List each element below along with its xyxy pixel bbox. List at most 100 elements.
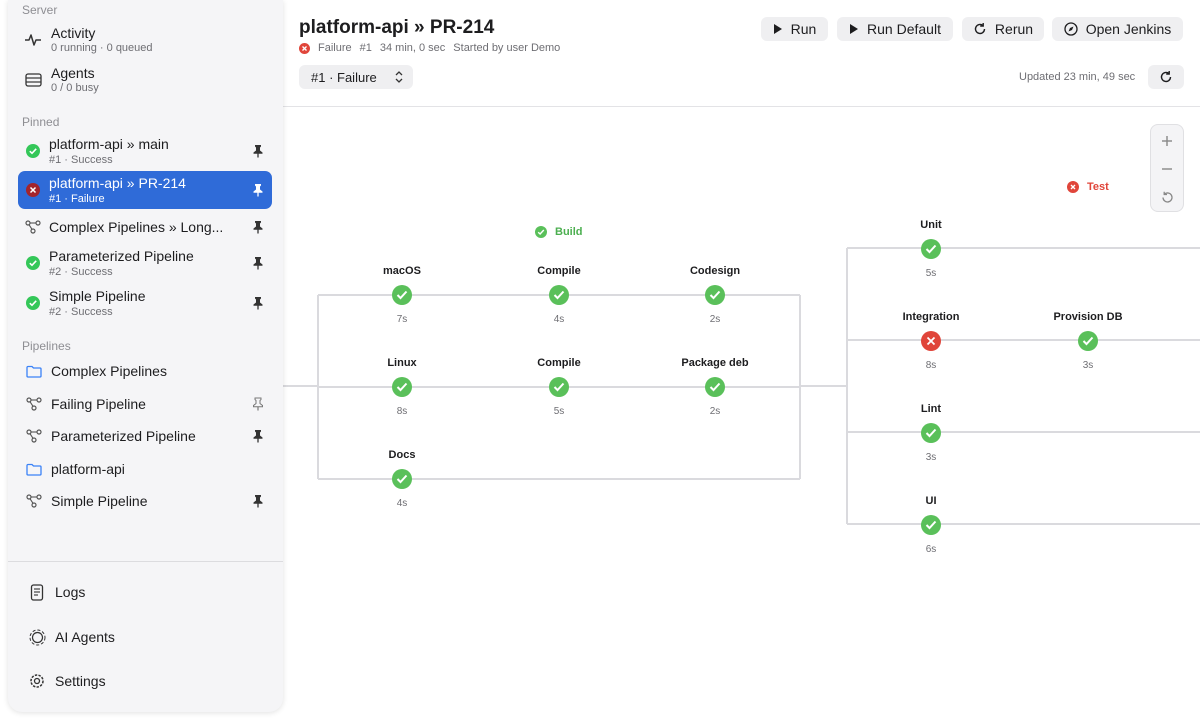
pipeline-item-platform-api[interactable]: platform-api [18, 455, 272, 483]
pipeline-graph-canvas[interactable]: Build Test macOS 7s Compile 4s Codesign … [283, 107, 1200, 720]
zoom-out-button[interactable] [1151, 155, 1183, 183]
run-started-by-text: Started by user Demo [453, 42, 561, 54]
node-duration: 4s [553, 314, 565, 325]
check-icon [392, 377, 412, 397]
graph-node-package-deb[interactable]: Package deb 2s [655, 356, 775, 417]
node-duration: 8s [925, 360, 937, 371]
pin-icon[interactable] [250, 295, 266, 311]
pipeline-item-parameterized-pipeline[interactable]: Parameterized Pipeline [18, 422, 272, 450]
check-icon [921, 515, 941, 535]
node-name: Lint [920, 403, 942, 415]
graph-node-provision-db[interactable]: Provision DB 3s [1028, 310, 1148, 371]
compass-icon [1064, 22, 1078, 36]
graph-node-linux[interactable]: Linux 8s [342, 356, 462, 417]
run-number-text: #1 [359, 42, 372, 54]
node-duration: 2s [709, 314, 721, 325]
minus-icon [1161, 163, 1173, 175]
rerun-button[interactable]: Rerun [962, 17, 1044, 41]
activity-sub: 0 running · 0 queued [51, 42, 153, 54]
open-jenkins-button[interactable]: Open Jenkins [1052, 17, 1183, 41]
sidebar-divider [8, 561, 283, 562]
graph-node-lint[interactable]: Lint 3s [871, 402, 991, 463]
node-name: Integration [902, 311, 960, 323]
check-icon [549, 285, 569, 305]
pinned-item-label: platform-api » PR-214 [49, 174, 186, 191]
activity-pulse-icon [24, 31, 42, 49]
graph-node-docs[interactable]: Docs 4s [342, 448, 462, 509]
success-status-icon [25, 143, 41, 159]
graph-node-compile-macos[interactable]: Compile 4s [499, 264, 619, 325]
check-icon [921, 423, 941, 443]
node-duration: 7s [396, 314, 408, 325]
pipeline-item-label: Parameterized Pipeline [51, 428, 196, 444]
open-jenkins-button-label: Open Jenkins [1085, 21, 1172, 37]
pipeline-graph-icon [25, 219, 41, 235]
node-name: Unit [920, 219, 942, 231]
settings-label: Settings [55, 673, 106, 689]
play-icon [849, 23, 859, 35]
stage-label-build[interactable]: Build [535, 226, 583, 238]
graph-node-codesign[interactable]: Codesign 2s [655, 264, 775, 325]
pinned-item-parameterized-pipeline[interactable]: Parameterized Pipeline #2 · Success [18, 244, 272, 282]
sidebar-item-agents[interactable]: Agents 0 / 0 busy [24, 62, 274, 98]
sidebar-item-activity[interactable]: Activity 0 running · 0 queued [24, 22, 274, 58]
agents-label: Agents [51, 65, 95, 81]
pipeline-item-failing-pipeline[interactable]: Failing Pipeline [18, 390, 272, 418]
pin-icon[interactable] [250, 143, 266, 159]
node-name: UI [925, 495, 937, 507]
run-default-button-label: Run Default [867, 21, 941, 37]
rerun-arrow-icon [973, 22, 987, 36]
sidebar-item-logs[interactable]: Logs [28, 580, 85, 604]
pipeline-item-simple-pipeline[interactable]: Simple Pipeline [18, 487, 272, 515]
stage-label-test[interactable]: Test [1067, 181, 1109, 193]
gear-icon [28, 672, 46, 690]
success-status-icon [535, 226, 547, 238]
logs-label: Logs [55, 584, 86, 600]
reset-arrow-icon [1161, 191, 1174, 204]
failure-status-icon [1067, 181, 1079, 193]
pipeline-graph-icon [25, 493, 43, 509]
zoom-reset-button[interactable] [1151, 183, 1183, 211]
pin-icon[interactable] [250, 219, 266, 235]
folder-icon [25, 363, 43, 379]
graph-node-unit[interactable]: Unit 5s [871, 218, 991, 279]
pipeline-item-complex-pipelines[interactable]: Complex Pipelines [18, 357, 272, 385]
folder-icon [25, 461, 43, 477]
pin-icon[interactable] [250, 428, 266, 444]
play-icon [773, 23, 783, 35]
success-status-icon [25, 295, 41, 311]
sidebar-item-ai-agents[interactable]: AI Agents [28, 625, 115, 649]
run-default-button[interactable]: Run Default [837, 17, 953, 41]
pinned-item-complex-pipelines-long[interactable]: Complex Pipelines » Long... [18, 208, 272, 246]
failure-status-icon [299, 42, 310, 54]
pin-icon[interactable] [250, 182, 266, 198]
pinned-item-platform-api-pr-214[interactable]: platform-api » PR-214 #1 · Failure [18, 171, 272, 209]
graph-node-ui[interactable]: UI 6s [871, 494, 991, 555]
run-button[interactable]: Run [761, 17, 828, 41]
node-duration: 3s [1082, 360, 1094, 371]
success-status-icon [25, 255, 41, 271]
plus-icon [1161, 135, 1173, 147]
run-selector[interactable]: #1 · Failure [299, 65, 413, 89]
pinned-item-platform-api-main[interactable]: platform-api » main #1 · Success [18, 132, 272, 170]
pinned-item-simple-pipeline[interactable]: Simple Pipeline #2 · Success [18, 284, 272, 322]
node-name: Docs [388, 449, 416, 461]
pin-outline-icon[interactable] [250, 396, 266, 412]
run-selector-value: #1 · Failure [311, 69, 377, 85]
node-duration: 4s [396, 498, 408, 509]
zoom-in-button[interactable] [1151, 127, 1183, 155]
run-status-text: Failure [318, 42, 352, 54]
pipeline-graph-icon [25, 428, 43, 444]
page-title: platform-api » PR-214 [299, 17, 495, 38]
pipeline-item-label: Complex Pipelines [51, 363, 167, 379]
refresh-button[interactable] [1148, 65, 1184, 89]
graph-node-compile-linux[interactable]: Compile 5s [499, 356, 619, 417]
sidebar-item-settings[interactable]: Settings [28, 669, 106, 693]
node-name: Codesign [689, 265, 741, 277]
pin-icon[interactable] [250, 255, 266, 271]
stage-label-text: Build [555, 226, 583, 238]
graph-node-integration[interactable]: Integration 8s [871, 310, 991, 371]
pipeline-graph-icon [25, 396, 43, 412]
graph-node-macos[interactable]: macOS 7s [342, 264, 462, 325]
pin-icon[interactable] [250, 493, 266, 509]
